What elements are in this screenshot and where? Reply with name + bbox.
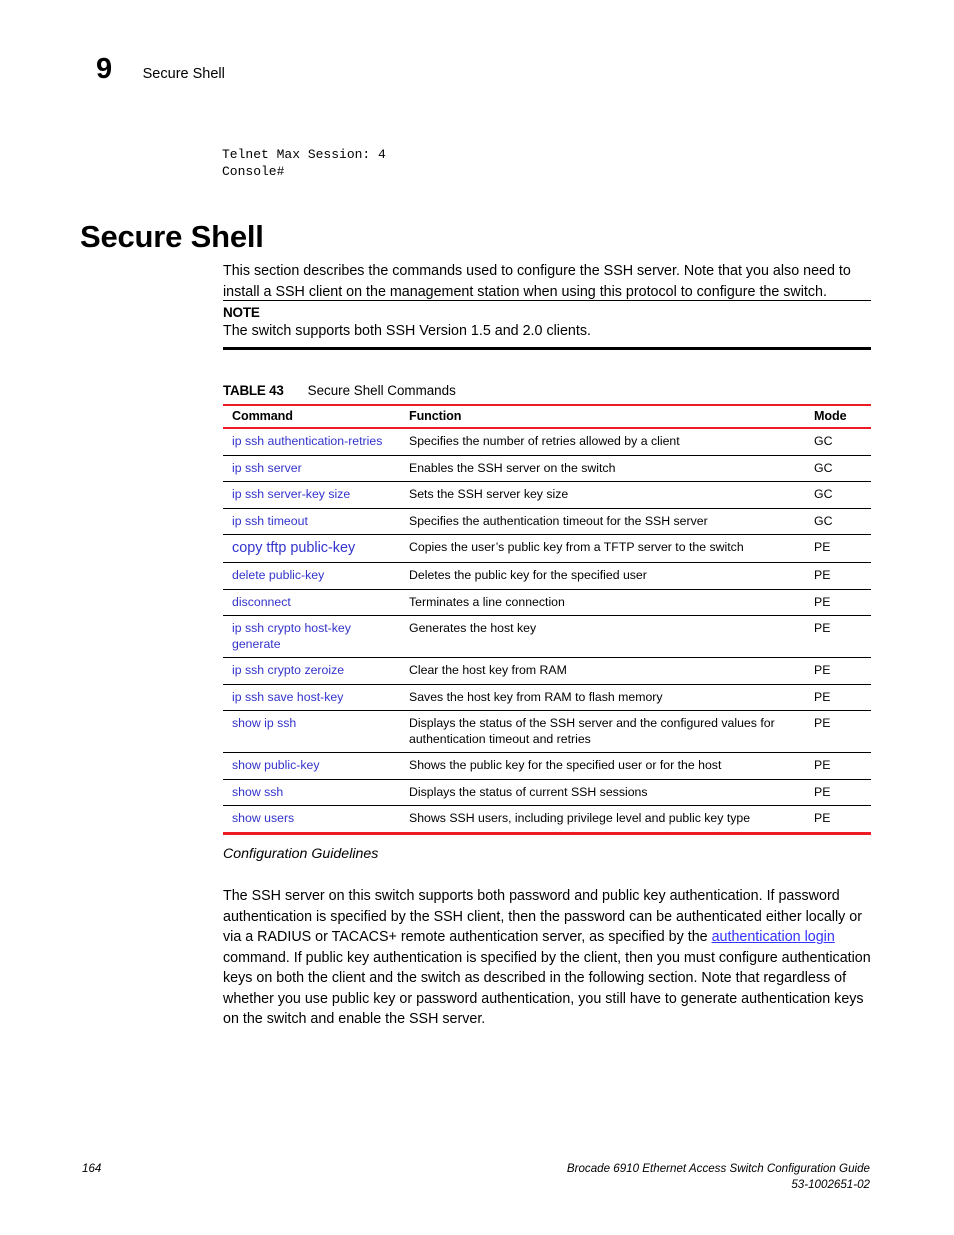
function-cell: Specifies the number of retries allowed … xyxy=(400,428,805,456)
mode-cell: GC xyxy=(805,428,871,456)
command-cell[interactable]: ip ssh authentication-retries xyxy=(223,428,400,456)
command-cell[interactable]: ip ssh crypto host-key generate xyxy=(223,615,400,658)
table-title: Secure Shell Commands xyxy=(307,383,456,398)
function-cell: Enables the SSH server on the switch xyxy=(400,455,805,482)
table-row: disconnect Terminates a line connection PE xyxy=(223,589,871,616)
command-cell[interactable]: delete public-key xyxy=(223,562,400,590)
command-cell[interactable]: copy tftp public-key xyxy=(223,534,400,563)
function-cell: Shows SSH users, including privilege lev… xyxy=(400,805,805,835)
command-cell[interactable]: ip ssh crypto zeroize xyxy=(223,657,400,685)
table-header-row: Command Function Mode xyxy=(223,404,871,429)
table-body: ip ssh authentication-retries Specifies t… xyxy=(223,428,871,835)
function-cell: Terminates a line connection xyxy=(400,589,805,616)
command-cell[interactable]: ip ssh timeout xyxy=(223,508,400,535)
table-row: ip ssh timeout Specifies the authenticati… xyxy=(223,508,871,535)
column-header-command: Command xyxy=(223,404,400,429)
mode-cell: PE xyxy=(805,615,871,658)
mode-cell: PE xyxy=(805,534,871,563)
table-row: show public-key Shows the public key for … xyxy=(223,752,871,780)
table-row: show ssh Displays the status of current S… xyxy=(223,779,871,806)
guidelines-text-part2: command. If public key authentication is… xyxy=(223,949,871,1028)
command-cell[interactable]: show users xyxy=(223,805,400,835)
secure-shell-commands-table: Command Function Mode ip ssh authenticat… xyxy=(223,404,871,835)
function-cell: Saves the host key from RAM to flash mem… xyxy=(400,684,805,711)
command-cell[interactable]: ip ssh server xyxy=(223,455,400,482)
authentication-login-link[interactable]: authentication login xyxy=(712,929,835,945)
table-row: ip ssh server-key size Sets the SSH serve… xyxy=(223,481,871,509)
footer-guide-title: Brocade 6910 Ethernet Access Switch Conf… xyxy=(566,1162,870,1175)
column-header-mode: Mode xyxy=(805,404,871,429)
running-head: 9 Secure Shell xyxy=(96,55,225,84)
function-cell: Deletes the public key for the specified… xyxy=(400,562,805,590)
table-row: ip ssh authentication-retries Specifies t… xyxy=(223,428,871,456)
page-title: Secure Shell xyxy=(80,218,264,254)
table-row: ip ssh server Enables the SSH server on t… xyxy=(223,455,871,482)
command-cell[interactable]: show public-key xyxy=(223,752,400,780)
function-cell: Generates the host key xyxy=(400,615,805,658)
chapter-number: 9 xyxy=(96,53,112,85)
mode-cell: PE xyxy=(805,779,871,806)
cli-output-block: Telnet Max Session: 4 Console# xyxy=(222,147,386,179)
mode-cell: GC xyxy=(805,455,871,482)
command-cell[interactable]: show ip ssh xyxy=(223,710,400,753)
mode-cell: GC xyxy=(805,481,871,509)
function-cell: Shows the public key for the specified u… xyxy=(400,752,805,780)
command-cell[interactable]: ip ssh server-key size xyxy=(223,481,400,509)
table-row: show ip ssh Displays the status of the SS… xyxy=(223,710,871,753)
mode-cell: PE xyxy=(805,752,871,780)
table-caption: TABLE 43 Secure Shell Commands xyxy=(223,383,871,399)
command-cell[interactable]: ip ssh save host-key xyxy=(223,684,400,711)
configuration-guidelines-paragraph: The SSH server on this switch supports b… xyxy=(223,886,871,1030)
command-cell[interactable]: show ssh xyxy=(223,779,400,806)
function-cell: Specifies the authentication timeout for… xyxy=(400,508,805,535)
mode-cell: PE xyxy=(805,589,871,616)
mode-cell: PE xyxy=(805,710,871,753)
footer-document-number: 53-1002651-02 xyxy=(791,1178,870,1191)
function-cell: Clear the host key from RAM xyxy=(400,657,805,685)
intro-paragraph: This section describes the commands used… xyxy=(223,263,851,300)
note-text: The switch supports both SSH Version 1.5… xyxy=(223,323,591,339)
commands-table-block: TABLE 43 Secure Shell Commands Command Fu… xyxy=(223,383,871,835)
table-row: show users Shows SSH users, including pri… xyxy=(223,805,871,835)
footer-document-info: Brocade 6910 Ethernet Access Switch Conf… xyxy=(567,1161,870,1193)
mode-cell: PE xyxy=(805,805,871,835)
mode-cell: PE xyxy=(805,657,871,685)
table-row: copy tftp public-key Copies the user’s pu… xyxy=(223,534,871,563)
configuration-guidelines-heading: Configuration Guidelines xyxy=(223,846,379,862)
table-row: delete public-key Deletes the public key … xyxy=(223,562,871,590)
mode-cell: PE xyxy=(805,562,871,590)
running-head-title: Secure Shell xyxy=(142,66,225,82)
table-row: ip ssh crypto host-key generate Generates… xyxy=(223,615,871,658)
table-number: TABLE 43 xyxy=(223,383,284,398)
column-header-function: Function xyxy=(400,404,805,429)
mode-cell: GC xyxy=(805,508,871,535)
mode-cell: PE xyxy=(805,684,871,711)
function-cell: Sets the SSH server key size xyxy=(400,481,805,509)
table-row: ip ssh save host-key Saves the host key f… xyxy=(223,684,871,711)
note-label: NOTE xyxy=(223,305,260,320)
function-cell: Copies the user’s public key from a TFTP… xyxy=(400,534,805,563)
function-cell: Displays the status of the SSH server an… xyxy=(400,710,805,753)
table-row: ip ssh crypto zeroize Clear the host key … xyxy=(223,657,871,685)
note-admonition: NOTE The switch supports both SSH Versio… xyxy=(223,300,871,350)
function-cell: Displays the status of current SSH sessi… xyxy=(400,779,805,806)
command-cell[interactable]: disconnect xyxy=(223,589,400,616)
footer-page-number: 164 xyxy=(82,1162,102,1175)
